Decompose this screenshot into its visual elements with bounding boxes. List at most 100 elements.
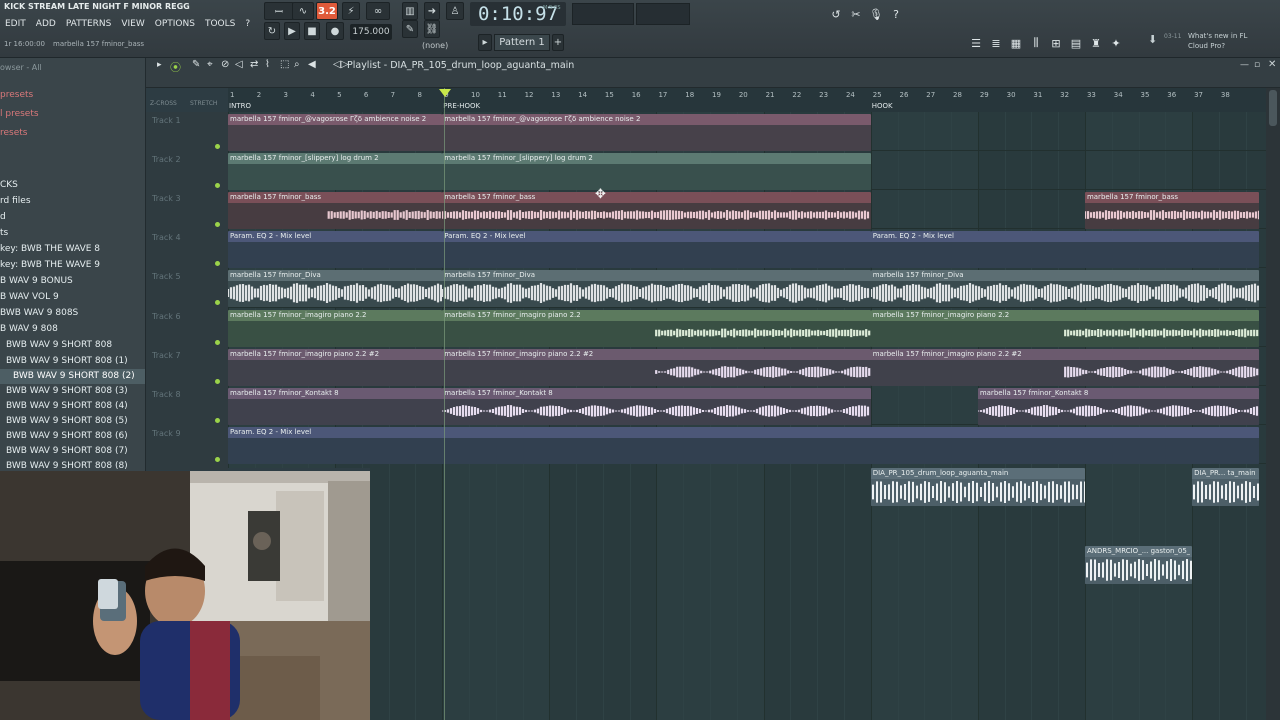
menu-patterns[interactable]: PATTERNS bbox=[61, 17, 117, 31]
playlist-clip[interactable]: marbella 157 fminor_[slippery] log drum … bbox=[442, 153, 871, 191]
playlist-clip[interactable]: Param. EQ 2 - Mix level bbox=[228, 426, 1260, 464]
playlist-clip[interactable]: marbella 157 fminor_imagiro piano 2.2 #2 bbox=[870, 348, 1260, 386]
arrow-right-icon[interactable]: ▸ bbox=[157, 60, 162, 70]
delete-tool-icon[interactable]: ⊘ bbox=[221, 59, 229, 70]
channel-rack-icon[interactable]: ≣ bbox=[988, 35, 1004, 51]
menu-help[interactable]: ? bbox=[240, 17, 255, 31]
menu-tools[interactable]: TOOLS bbox=[200, 17, 240, 31]
playlist-clip[interactable]: marbella 157 fminor_imagiro piano 2.2 #2 bbox=[228, 348, 443, 386]
browser-item[interactable]: presets bbox=[0, 88, 145, 103]
browser-item[interactable]: B WAV VOL 9 bbox=[0, 290, 145, 305]
browser-item[interactable]: BWB WAV 9 808S bbox=[0, 306, 145, 321]
pattern-prev-icon[interactable]: ▸ bbox=[478, 34, 492, 51]
menu-view[interactable]: VIEW bbox=[116, 17, 149, 31]
track-label[interactable]: Track 9 bbox=[152, 429, 181, 438]
track-label[interactable]: Track 8 bbox=[152, 390, 181, 399]
browser-item[interactable]: BWB WAV 9 SHORT 808 bbox=[6, 338, 145, 353]
section-marker[interactable]: HOOK bbox=[872, 102, 893, 110]
browser-item[interactable]: rd files bbox=[0, 194, 145, 209]
browser-item[interactable]: l presets bbox=[0, 107, 145, 122]
mute-tool-icon[interactable]: ◁ bbox=[235, 59, 243, 70]
song-mode-button[interactable]: 3.2 bbox=[316, 2, 338, 20]
close-icon[interactable]: ✕ bbox=[1268, 59, 1276, 70]
browser-item[interactable]: ts bbox=[0, 226, 145, 241]
stop-button[interactable]: ■ bbox=[304, 22, 320, 40]
plugin-icon[interactable]: ⊞ bbox=[1048, 35, 1064, 51]
track-mute-led[interactable] bbox=[215, 222, 220, 228]
track-label[interactable]: Track 2 bbox=[152, 155, 181, 164]
browser-item[interactable]: BWB WAV 9 SHORT 808 (1) bbox=[6, 354, 145, 369]
browser-item[interactable]: BWB WAV 9 SHORT 808 (6) bbox=[6, 429, 145, 444]
tempo-display[interactable]: 175.000 bbox=[350, 24, 392, 40]
speaker-tool-icon[interactable]: ◀ bbox=[308, 59, 316, 70]
news-panel[interactable]: 03-11 What's new in FL Cloud Pro? ⬇ bbox=[1148, 31, 1280, 53]
browser-item[interactable]: BWB WAV 9 SHORT 808 (2) bbox=[0, 369, 145, 384]
menu-options[interactable]: OPTIONS bbox=[150, 17, 200, 31]
help-icon[interactable]: ? bbox=[888, 6, 904, 22]
browser-item[interactable]: BWB WAV 9 SHORT 808 (4) bbox=[6, 399, 145, 414]
timeline-ruler[interactable]: 1 2 3 4 5 6 7 8 9 10 11 12 13 14 15 16 17 18 19 20 21 22 23 24 2… bbox=[228, 88, 1266, 112]
playlist-clip[interactable]: marbella 157 fminor_Kontakt 8 bbox=[977, 387, 1260, 425]
playlist-clip[interactable]: Param. EQ 2 - Mix level bbox=[442, 231, 871, 269]
track-mute-led[interactable] bbox=[215, 261, 220, 267]
section-marker[interactable]: PRE-HOOK bbox=[443, 102, 480, 110]
maximize-icon[interactable]: ▫ bbox=[1254, 60, 1260, 70]
browser-item[interactable]: d bbox=[0, 210, 145, 225]
tools-icon[interactable]: ✦ bbox=[1108, 35, 1124, 51]
track-mute-led[interactable] bbox=[215, 144, 220, 149]
pattern-song-toggle[interactable]: ꟷ bbox=[264, 2, 294, 20]
snap-selector[interactable]: (none) bbox=[422, 41, 452, 50]
slip-tool-icon[interactable]: ⇄ bbox=[250, 59, 258, 70]
browser-item[interactable]: BWB WAV 9 SHORT 808 (5) bbox=[6, 414, 145, 429]
playlist-clip[interactable]: marbella 157 fminor_imagiro piano 2.2 bbox=[870, 309, 1260, 347]
pattern-add-icon[interactable]: + bbox=[552, 34, 564, 51]
track-mute-led[interactable] bbox=[215, 417, 220, 423]
browser-item[interactable]: key: BWB THE WAVE 9 bbox=[0, 258, 145, 273]
menu-edit[interactable]: EDIT bbox=[0, 17, 31, 31]
track-label[interactable]: Track 5 bbox=[152, 272, 181, 281]
track-mute-led[interactable] bbox=[215, 378, 220, 384]
undo-icon[interactable]: ↺ bbox=[828, 6, 844, 22]
playlist-lower-grid[interactable]: DIA_PR_105_drum_loop_aguanta_main DIA_PR.… bbox=[370, 468, 1266, 720]
playlist-clip[interactable]: marbella 157 fminor_@vagosrose Γζδ ambie… bbox=[442, 114, 871, 151]
slice-tool-icon[interactable]: ⌇ bbox=[265, 59, 270, 70]
track-mute-led[interactable] bbox=[215, 183, 220, 189]
playlist-clip[interactable]: Param. EQ 2 - Mix level bbox=[228, 231, 443, 269]
browser-item[interactable]: B WAV 9 808 bbox=[0, 322, 145, 337]
piano-roll-icon[interactable]: ▦ bbox=[1008, 35, 1024, 51]
piano-icon[interactable]: ▥ bbox=[402, 2, 418, 20]
link-icon[interactable]: ⛓ bbox=[424, 20, 440, 38]
browser-item[interactable]: CKS bbox=[0, 178, 145, 193]
record-button[interactable]: ● bbox=[326, 22, 344, 40]
playlist-clip[interactable]: marbella 157 fminor_Diva bbox=[870, 270, 1260, 308]
browser-item[interactable]: key: BWB THE WAVE 8 bbox=[0, 242, 145, 257]
track-label[interactable]: Track 3 bbox=[152, 194, 181, 203]
track-label[interactable]: Track 4 bbox=[152, 233, 181, 242]
playlist-clip[interactable]: marbella 157 fminor_bass bbox=[442, 192, 871, 230]
drum-loop-clip[interactable]: ANDRS_MRCIO_... gaston_05_75 bbox=[1084, 546, 1193, 584]
playlist-view-icon[interactable]: ☰ bbox=[968, 35, 984, 51]
browser-item[interactable]: BWB WAV 9 SHORT 808 (3) bbox=[6, 384, 145, 399]
play-button[interactable]: ▶ bbox=[284, 22, 300, 40]
browser-icon[interactable]: ▤ bbox=[1068, 35, 1084, 51]
drum-loop-clip[interactable]: DIA_PR_105_drum_loop_aguanta_main bbox=[870, 468, 1085, 506]
playlist-grid[interactable]: marbella 157 fminor_@vagosrose Γζδ ambie… bbox=[228, 112, 1266, 468]
scroll-thumb[interactable] bbox=[1269, 90, 1277, 126]
loop-icon[interactable]: ↻ bbox=[264, 22, 280, 40]
menu-add[interactable]: ADD bbox=[31, 17, 61, 31]
playlist-clip[interactable]: marbella 157 fminor_Kontakt 8 bbox=[442, 387, 871, 425]
playlist-clip[interactable]: marbella 157 fminor_imagiro piano 2.2 #2 bbox=[442, 348, 871, 386]
minimize-icon[interactable]: — bbox=[1240, 60, 1249, 70]
wave-icon[interactable]: ∿ bbox=[292, 2, 314, 20]
playlist-clip[interactable]: marbella 157 fminor_[slippery] log drum … bbox=[228, 153, 443, 191]
playlist-clip[interactable]: marbella 157 fminor_@vagosrose Γζδ ambie… bbox=[228, 114, 443, 151]
paint-tool-icon[interactable]: ⌖ bbox=[207, 59, 213, 70]
playlist-clip[interactable]: marbella 157 fminor_imagiro piano 2.2 bbox=[228, 309, 443, 347]
playlist-clip[interactable]: marbella 157 fminor_Diva bbox=[228, 270, 443, 308]
browser-item[interactable]: B WAV 9 BONUS bbox=[0, 274, 145, 289]
playhead-marker[interactable] bbox=[439, 89, 451, 97]
track-mute-led[interactable] bbox=[215, 300, 220, 306]
playlist-clip[interactable]: marbella 157 fminor_Diva bbox=[442, 270, 871, 308]
plugin-picker-icon[interactable]: ♜ bbox=[1088, 35, 1104, 51]
record-mode-icon[interactable]: ∞ bbox=[366, 2, 390, 20]
